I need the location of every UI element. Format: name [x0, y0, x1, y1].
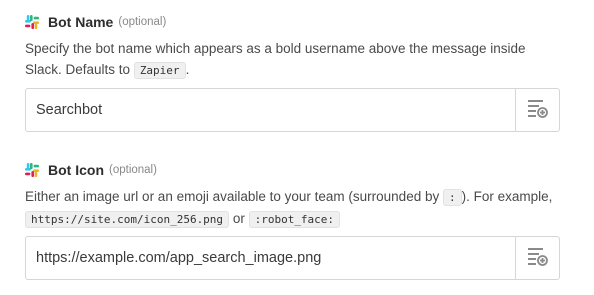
bot-icon-field: Bot Icon (optional) Either an image url … [25, 160, 560, 280]
bot-icon-label: Bot Icon [48, 162, 104, 178]
bot-icon-input[interactable]: https://example.com/app_search_image.png [25, 236, 560, 280]
bot-icon-input-value[interactable]: https://example.com/app_search_image.png [26, 250, 515, 266]
help-text-segment: ). For example, [461, 189, 553, 204]
help-text-segment: Either an image url or an emoji availabl… [25, 189, 443, 204]
bot-name-label-row: Bot Name (optional) [25, 12, 560, 32]
bot-name-help-text: Specify the bot name which appears as a … [25, 38, 560, 81]
slack-logo-icon [25, 163, 39, 177]
slack-logo-icon [25, 15, 39, 29]
bot-name-label: Bot Name [48, 14, 114, 30]
bot-name-field: Bot Name (optional) Specify the bot name… [25, 12, 560, 132]
insert-data-icon [527, 98, 549, 123]
example-emoji-code: :robot_face: [248, 211, 341, 228]
insert-data-icon [527, 246, 549, 271]
bot-name-input-value[interactable]: Searchbot [26, 102, 515, 118]
emoji-delimiter-code: : [442, 189, 462, 206]
bot-icon-label-row: Bot Icon (optional) [25, 160, 560, 180]
bot-icon-help-text: Either an image url or an emoji availabl… [25, 186, 560, 230]
bot-name-input[interactable]: Searchbot [25, 88, 560, 132]
example-url-code: https://site.com/icon_256.png [25, 211, 230, 228]
bot-icon-optional-tag: (optional) [109, 164, 157, 176]
bot-icon-insert-data-button[interactable] [515, 237, 559, 279]
help-text-segment: or [229, 211, 249, 226]
help-text-segment: Specify the bot name which appears as a … [25, 41, 526, 77]
default-value-code: Zapier [133, 62, 186, 79]
bot-name-optional-tag: (optional) [118, 16, 167, 28]
bot-name-insert-data-button[interactable] [515, 89, 559, 131]
help-text-segment: . [185, 62, 190, 77]
